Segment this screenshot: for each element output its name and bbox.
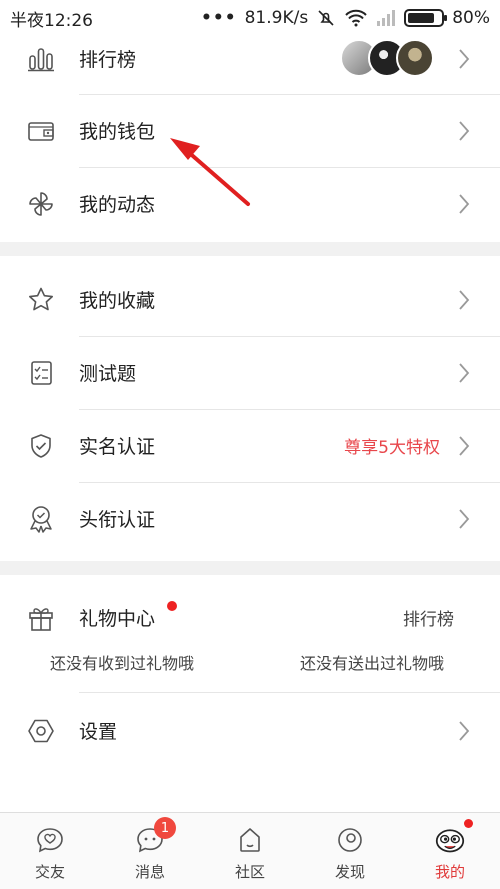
star-icon bbox=[26, 285, 56, 315]
menu-item-realname-verify[interactable]: 实名认证 尊享5大特权 bbox=[0, 409, 500, 482]
tab-label: 发现 bbox=[334, 863, 365, 881]
menu-item-settings[interactable]: 设置 bbox=[0, 694, 500, 767]
gift-center-label: 礼物中心 bbox=[79, 608, 156, 630]
profile-avatar-icon bbox=[435, 825, 465, 855]
chevron-right-icon bbox=[459, 120, 470, 141]
medal-icon bbox=[26, 504, 56, 534]
chevron-right-icon bbox=[459, 362, 470, 383]
unread-badge: 1 bbox=[154, 817, 176, 839]
section-gap bbox=[0, 561, 500, 575]
menu-item-label: 测试题 bbox=[79, 363, 137, 385]
gifts-sent-text: 还没有送出过礼物哦 bbox=[300, 654, 445, 673]
menu-item-label: 设置 bbox=[79, 721, 118, 743]
chevron-right-icon bbox=[459, 508, 470, 529]
notification-dot bbox=[464, 819, 473, 828]
tab-messages[interactable]: 1 消息 bbox=[100, 813, 200, 889]
privilege-promo-text: 尊享5大特权 bbox=[344, 438, 440, 458]
menu-item-quiz[interactable]: 测试题 bbox=[0, 336, 500, 409]
heart-chat-icon bbox=[35, 825, 65, 855]
settings-hexagon-icon bbox=[26, 716, 56, 746]
community-icon bbox=[235, 825, 265, 855]
quiz-icon bbox=[26, 358, 56, 388]
menu-item-my-posts[interactable]: 我的动态 bbox=[0, 167, 500, 240]
menu-item-leaderboard[interactable]: 排行榜 bbox=[0, 22, 500, 95]
wallet-icon bbox=[26, 116, 56, 146]
pinwheel-icon bbox=[26, 189, 56, 219]
menu-item-wallet[interactable]: 我的钱包 bbox=[0, 94, 500, 167]
menu-item-label: 我的钱包 bbox=[79, 121, 156, 143]
gift-ranking-link[interactable]: 排行榜 bbox=[403, 605, 454, 630]
chevron-right-icon bbox=[459, 48, 470, 69]
tab-label: 我的 bbox=[434, 863, 465, 881]
tab-label: 消息 bbox=[134, 863, 165, 881]
chevron-right-icon bbox=[459, 193, 470, 214]
tab-discover[interactable]: 发现 bbox=[300, 813, 400, 889]
tab-community[interactable]: 社区 bbox=[200, 813, 300, 889]
gift-icon bbox=[26, 603, 56, 633]
menu-item-label: 我的收藏 bbox=[79, 290, 156, 312]
leaderboard-icon bbox=[26, 44, 56, 74]
chevron-right-icon bbox=[459, 435, 470, 456]
avatar bbox=[396, 39, 434, 77]
menu-item-label: 排行榜 bbox=[79, 49, 137, 71]
menu-item-label: 实名认证 bbox=[79, 436, 156, 458]
gift-center-header[interactable]: 礼物中心 排行榜 bbox=[0, 581, 500, 654]
gifts-received-text: 还没有收到过礼物哦 bbox=[50, 654, 195, 673]
tab-label: 社区 bbox=[234, 863, 265, 881]
discover-icon bbox=[335, 825, 365, 855]
bottom-nav: 交友 1 消息 社区 发现 我的 bbox=[0, 812, 500, 889]
shield-check-icon bbox=[26, 431, 56, 461]
notification-dot bbox=[167, 601, 177, 611]
section-gap bbox=[0, 242, 500, 256]
menu-item-label: 头衔认证 bbox=[79, 509, 156, 531]
tab-friends[interactable]: 交友 bbox=[0, 813, 100, 889]
tab-profile[interactable]: 我的 bbox=[400, 813, 500, 889]
menu-item-title-verify[interactable]: 头衔认证 bbox=[0, 482, 500, 555]
divider bbox=[79, 692, 500, 693]
menu-item-label: 我的动态 bbox=[79, 194, 156, 216]
tab-label: 交友 bbox=[34, 863, 65, 881]
menu-item-favorites[interactable]: 我的收藏 bbox=[0, 263, 500, 336]
chevron-right-icon bbox=[459, 289, 470, 310]
leaderboard-avatars bbox=[340, 39, 434, 77]
chevron-right-icon bbox=[459, 720, 470, 741]
